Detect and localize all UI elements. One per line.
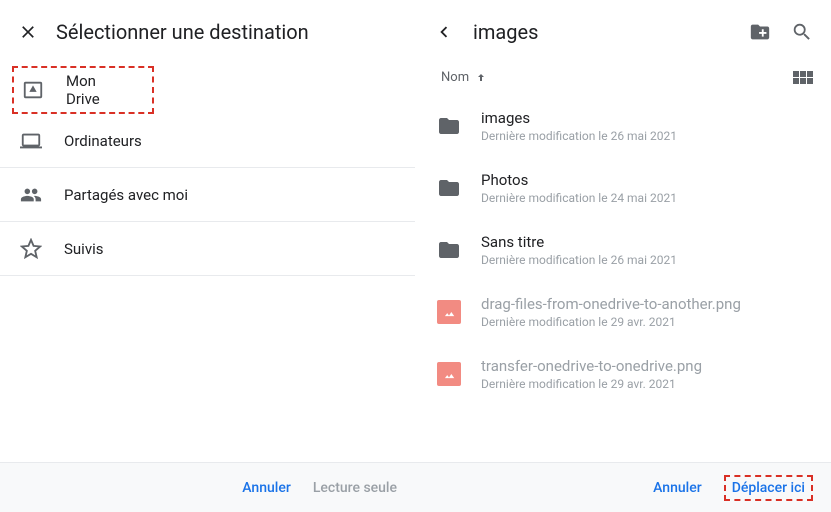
move-here-button[interactable]: Déplacer ici [724, 475, 813, 501]
file-name: transfer-onedrive-to-onedrive.png [481, 357, 702, 375]
folder-icon [437, 176, 461, 200]
cancel-button[interactable]: Annuler [653, 480, 702, 496]
file-modified: Dernière modification le 26 mai 2021 [481, 253, 677, 267]
computer-icon [20, 130, 42, 152]
sidebar-item-shared[interactable]: Partagés avec moi [0, 168, 415, 222]
people-icon [20, 184, 42, 206]
drive-icon [22, 79, 44, 101]
image-icon [437, 362, 461, 386]
search-icon[interactable] [791, 21, 813, 43]
sort-header[interactable]: Nom [441, 70, 487, 85]
sidebar-item-label: Suivis [64, 240, 103, 258]
sidebar-item-label: Mon Drive [66, 72, 132, 108]
close-icon[interactable] [18, 22, 38, 42]
folder-icon [437, 114, 461, 138]
sort-label-text: Nom [441, 70, 469, 85]
file-modified: Dernière modification le 29 avr. 2021 [481, 377, 702, 391]
sidebar-item-label: Partagés avec moi [64, 186, 188, 204]
file-modified: Dernière modification le 26 mai 2021 [481, 129, 677, 143]
file-name: Sans titre [481, 233, 677, 251]
sidebar-item-computers[interactable]: Ordinateurs [0, 114, 415, 168]
image-icon [437, 300, 461, 324]
folder-title: images [473, 20, 538, 44]
file-row[interactable]: drag-files-from-onedrive-to-another.png … [415, 281, 831, 343]
file-name: drag-files-from-onedrive-to-another.png [481, 295, 741, 313]
folder-row[interactable]: images Dernière modification le 26 mai 2… [415, 95, 831, 157]
file-modified: Dernière modification le 24 mai 2021 [481, 191, 677, 205]
cancel-button[interactable]: Annuler [242, 480, 291, 496]
folder-icon [437, 238, 461, 262]
folder-row[interactable]: Sans titre Dernière modification le 26 m… [415, 219, 831, 281]
page-title: Sélectionner une destination [56, 20, 309, 44]
file-modified: Dernière modification le 29 avr. 2021 [481, 315, 741, 329]
back-icon[interactable] [433, 21, 455, 43]
file-name: Photos [481, 171, 677, 189]
readonly-label: Lecture seule [313, 480, 397, 496]
file-name: images [481, 109, 677, 127]
new-folder-icon[interactable] [749, 21, 771, 43]
star-icon [20, 238, 42, 260]
file-row[interactable]: transfer-onedrive-to-onedrive.png Derniè… [415, 343, 831, 405]
grid-view-icon[interactable] [793, 71, 813, 84]
folder-row[interactable]: Photos Dernière modification le 24 mai 2… [415, 157, 831, 219]
sidebar-item-mydrive[interactable]: Mon Drive [12, 66, 154, 114]
sidebar-item-starred[interactable]: Suivis [0, 222, 415, 276]
arrow-up-icon [475, 72, 487, 84]
sidebar-item-label: Ordinateurs [64, 132, 142, 150]
